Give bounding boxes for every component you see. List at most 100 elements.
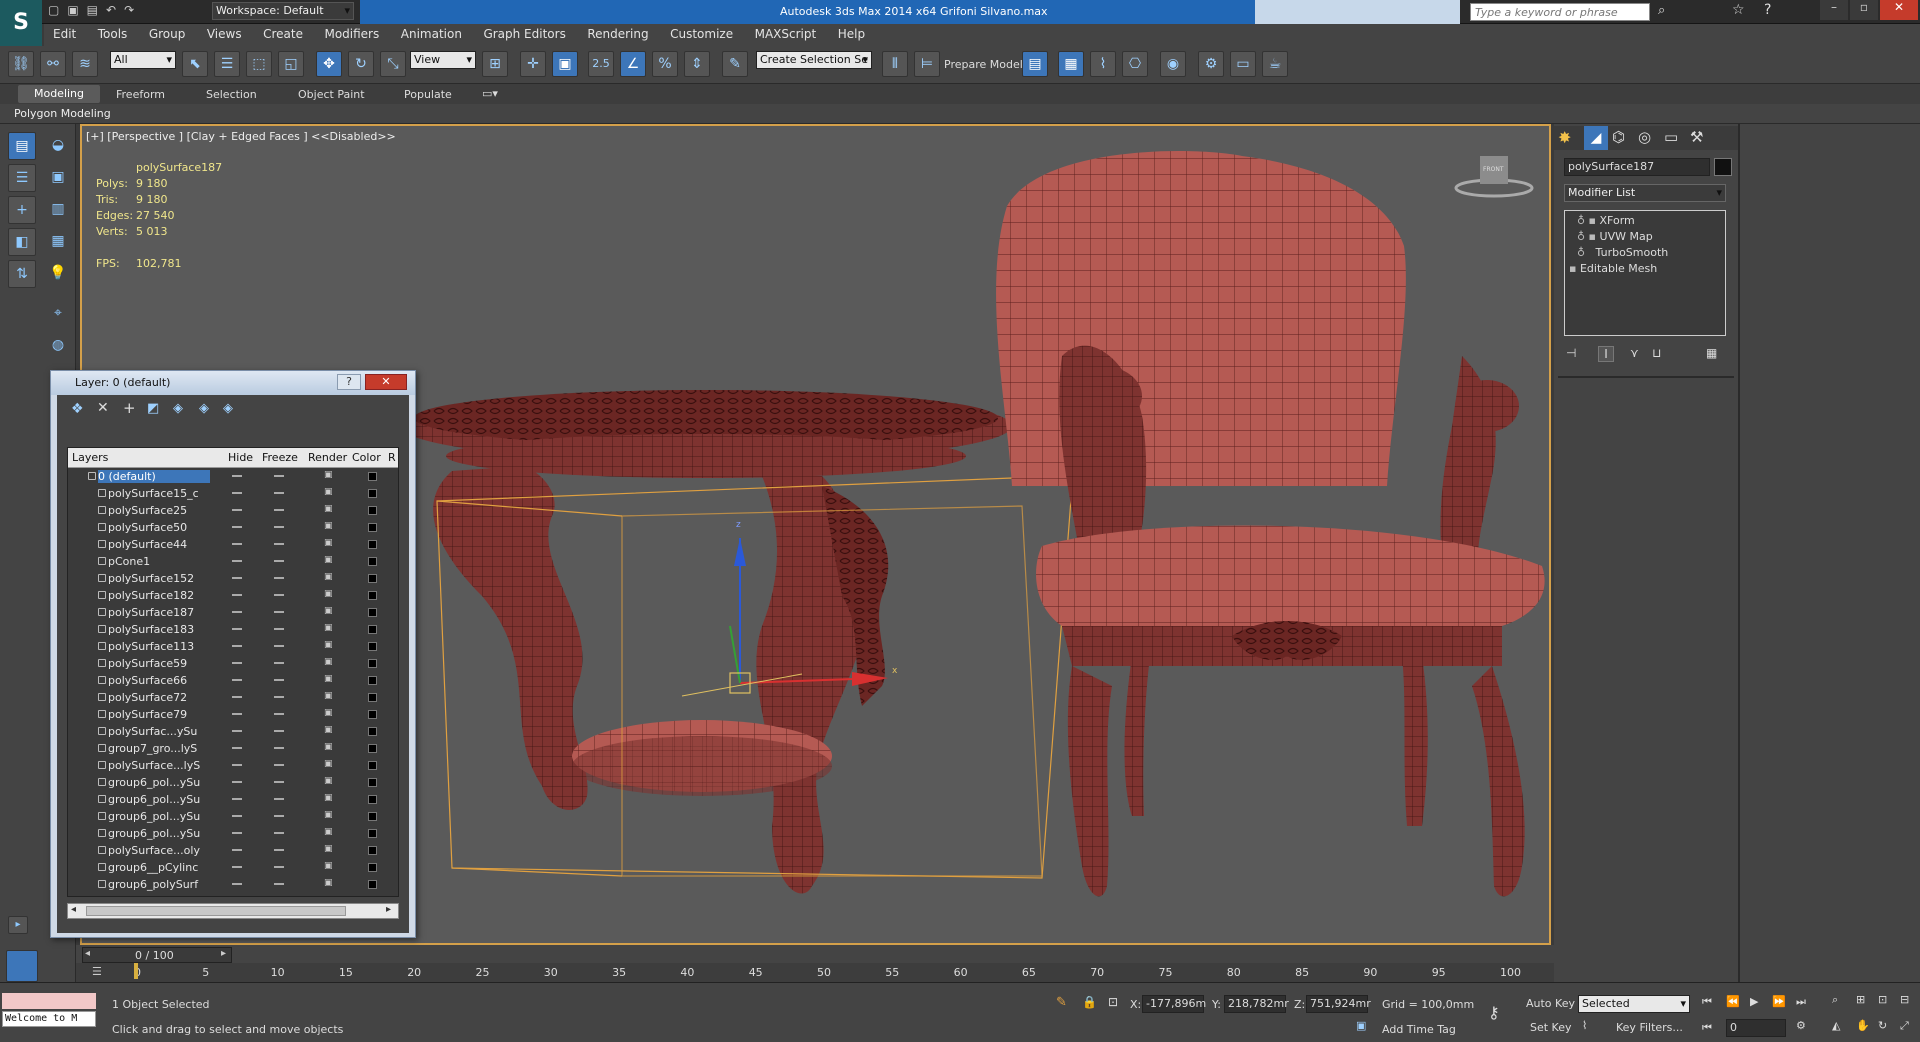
zoom-extents-icon[interactable]: ⊡ <box>1878 993 1887 1006</box>
layers-horizontal-scrollbar[interactable]: ◂ ▸ <box>67 903 399 919</box>
play-icon[interactable]: ▶ <box>1750 995 1758 1008</box>
layer-color-swatch[interactable] <box>368 863 377 872</box>
prepare-model-label[interactable]: Prepare Model <box>944 58 1023 71</box>
layer-hide-toggle[interactable] <box>232 628 242 630</box>
col-freeze[interactable]: Freeze <box>262 451 298 464</box>
select-scale-icon[interactable]: ⤡ <box>380 51 406 77</box>
menu-edit[interactable]: Edit <box>44 24 85 44</box>
teapot-render-icon[interactable]: ▣ <box>324 658 333 667</box>
layer-hide-toggle[interactable] <box>232 832 242 834</box>
col-layers[interactable]: Layers <box>72 451 108 464</box>
container-icon[interactable]: ▥ <box>44 196 72 224</box>
remove-modifier-icon[interactable]: ⊔ <box>1652 346 1661 360</box>
layer-freeze-toggle[interactable] <box>274 747 284 749</box>
fov-icon[interactable]: ◭ <box>1832 1019 1840 1032</box>
named-selection-dropdown[interactable]: Create Selection Se <box>756 51 872 69</box>
create-tab-icon[interactable]: ✸ <box>1558 128 1571 147</box>
layer-freeze-toggle[interactable] <box>274 815 284 817</box>
add-time-tag[interactable]: Add Time Tag <box>1382 1023 1456 1036</box>
display-tab-icon[interactable]: ▭ <box>1664 128 1678 146</box>
layer-hide-toggle[interactable] <box>232 849 242 851</box>
selection-set-dropdown[interactable]: Selected <box>1578 995 1690 1013</box>
layer-color-swatch[interactable] <box>368 625 377 634</box>
isolate-icon[interactable]: ✎ <box>1056 995 1067 1010</box>
teapot-render-icon[interactable]: ▣ <box>324 777 333 786</box>
layer-row[interactable]: polySurface187 ▣ <box>68 604 398 621</box>
layer-freeze-toggle[interactable] <box>274 645 284 647</box>
layer-row-default[interactable]: 0 (default) ▣ <box>68 468 398 485</box>
layer-name[interactable]: pCone1 <box>108 555 220 568</box>
layer-row[interactable]: polySurface72 ▣ <box>68 689 398 706</box>
track-bar-icon[interactable]: ☰ <box>92 965 102 978</box>
layer-hide-toggle[interactable] <box>232 492 242 494</box>
key-mode-icon[interactable]: ⚷ <box>1488 1003 1500 1022</box>
reference-coordinate-dropdown[interactable]: View <box>410 51 476 69</box>
layer-row[interactable]: polySurface66 ▣ <box>68 672 398 689</box>
layer-freeze-toggle[interactable] <box>274 475 284 477</box>
layer-hide-toggle[interactable] <box>232 560 242 562</box>
layer-color-swatch[interactable] <box>368 574 377 583</box>
add-to-layer-icon[interactable]: + <box>123 399 136 417</box>
help-icon[interactable]: ? <box>1764 2 1771 18</box>
layer-hide-toggle[interactable] <box>232 696 242 698</box>
tab-selection[interactable]: Selection <box>206 88 257 101</box>
modify-tab-icon[interactable]: ◢ <box>1584 126 1608 150</box>
col-render[interactable]: Render <box>308 451 347 464</box>
layer-freeze-toggle[interactable] <box>274 662 284 664</box>
layer-name[interactable]: polySurface79 <box>108 708 220 721</box>
object-color-swatch[interactable] <box>1714 158 1732 176</box>
add-time-tag-icon[interactable]: ▣ <box>1356 1019 1366 1032</box>
layer-freeze-toggle[interactable] <box>274 560 284 562</box>
layer-color-swatch[interactable] <box>368 659 377 668</box>
layer-color-swatch[interactable] <box>368 880 377 889</box>
layer-hide-toggle[interactable] <box>232 730 242 732</box>
modifier-editable-mesh[interactable]: ▪ Editable Mesh <box>1569 261 1719 277</box>
scroll-thumb[interactable] <box>86 906 346 916</box>
teapot-render-icon[interactable]: ▣ <box>324 760 333 769</box>
layer-color-swatch[interactable] <box>368 846 377 855</box>
col-r[interactable]: R <box>388 451 396 464</box>
show-end-result-icon[interactable]: I <box>1598 346 1614 362</box>
layer-row[interactable]: group7_gro...lyS ▣ <box>68 740 398 757</box>
pin-stack-icon[interactable]: ⊣ <box>1566 346 1576 360</box>
maxscript-mini-listener[interactable]: Welcome to M <box>2 1011 96 1027</box>
menu-create[interactable]: Create <box>254 24 312 44</box>
layer-row[interactable]: polySurface183 ▣ <box>68 621 398 638</box>
current-frame-field[interactable]: 0 <box>1726 1019 1786 1037</box>
select-in-layer-icon[interactable]: ◩ <box>147 401 159 416</box>
z-coordinate-field[interactable]: 751,924mr <box>1306 995 1371 1013</box>
tab-populate[interactable]: Populate <box>404 88 452 101</box>
maximize-window-icon[interactable]: ▫ <box>1850 0 1878 20</box>
angle-snap-icon[interactable]: ∠ <box>620 51 646 77</box>
freeze-all-icon[interactable]: ◈ <box>223 401 233 416</box>
sort-icon[interactable]: ⇅ <box>8 260 36 288</box>
layer-color-swatch[interactable] <box>368 489 377 498</box>
layer-name[interactable]: polySurface59 <box>108 657 220 670</box>
layer-row[interactable]: polySurface79 ▣ <box>68 706 398 723</box>
layer-freeze-toggle[interactable] <box>274 713 284 715</box>
layer-hide-toggle[interactable] <box>232 662 242 664</box>
expand-panel-icon[interactable]: ▸ <box>8 916 28 934</box>
layer-hide-toggle[interactable] <box>232 679 242 681</box>
layer-hide-toggle[interactable] <box>232 815 242 817</box>
layer-row[interactable]: polySurface59 ▣ <box>68 655 398 672</box>
layer-name[interactable]: group6_pol...ySu <box>108 776 220 789</box>
create-icon[interactable]: + <box>8 196 36 224</box>
menu-tools[interactable]: Tools <box>89 24 137 44</box>
spinner-snap-icon[interactable]: ⇕ <box>684 51 710 77</box>
layer-color-swatch[interactable] <box>368 472 377 481</box>
binoculars-icon[interactable]: ⌕ <box>1658 3 1665 18</box>
close-window-icon[interactable]: ✕ <box>1880 0 1918 20</box>
rect-selection-icon[interactable]: ⬚ <box>246 51 272 77</box>
absolute-mode-icon[interactable]: ⊡ <box>1108 995 1118 1009</box>
layer-freeze-toggle[interactable] <box>274 509 284 511</box>
y-coordinate-field[interactable]: 218,782mr <box>1224 995 1289 1013</box>
goto-end-icon[interactable]: ⏭ <box>1796 995 1806 1009</box>
time-next-icon[interactable]: ▸ <box>221 948 226 959</box>
layer-freeze-toggle[interactable] <box>274 798 284 800</box>
layer-freeze-toggle[interactable] <box>274 492 284 494</box>
tab-modeling[interactable]: Modeling <box>18 85 100 103</box>
teapot-render-icon[interactable]: ▣ <box>324 709 333 718</box>
teapot-render-icon[interactable]: ▣ <box>324 828 333 837</box>
layer-name[interactable]: polySurface50 <box>108 521 220 534</box>
